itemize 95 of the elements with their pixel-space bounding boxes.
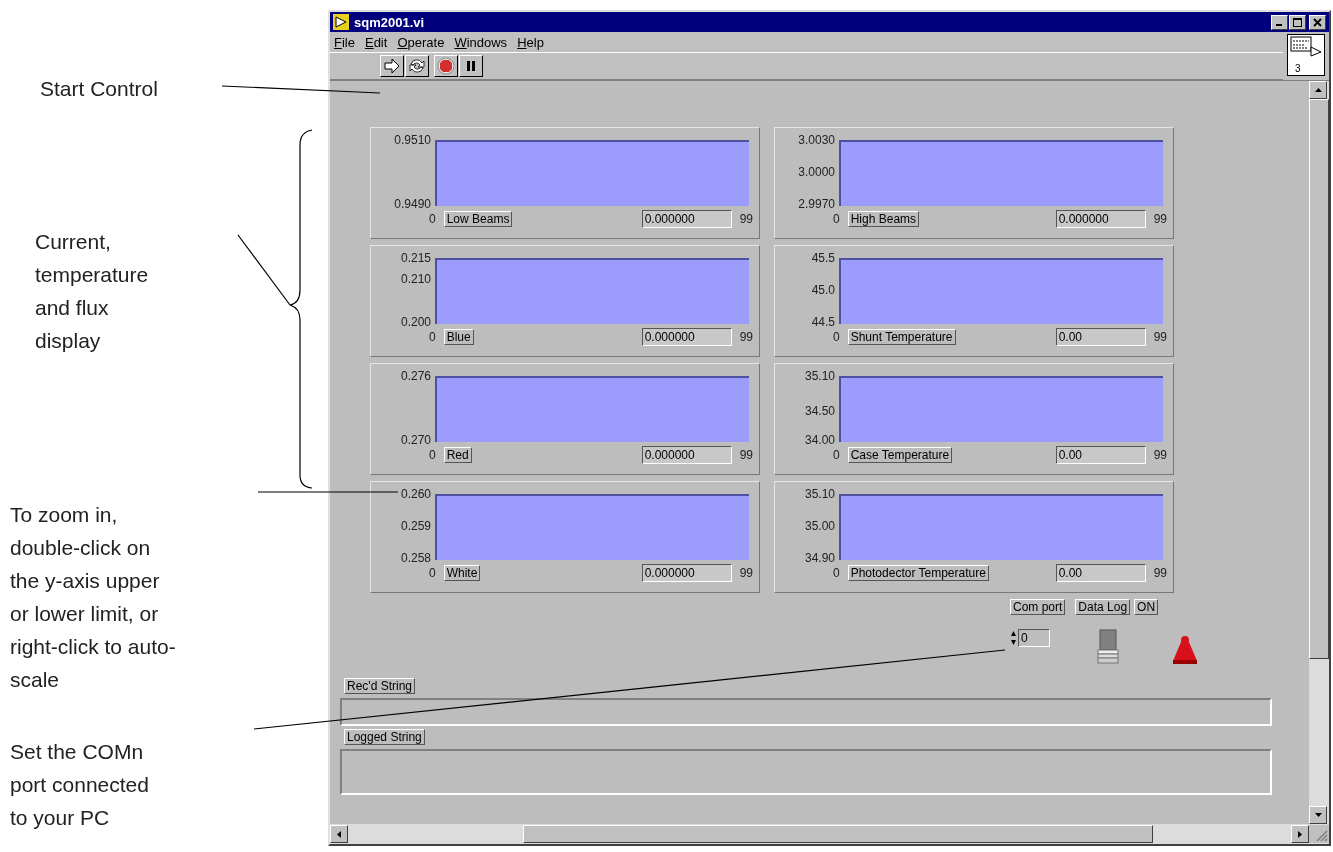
value-display: 0.000000 [1055, 210, 1146, 228]
value-display: 0.000000 [641, 210, 732, 228]
graph-label: Photodector Temperature [847, 565, 989, 581]
menu-item[interactable]: Windows [454, 34, 508, 50]
abort-button[interactable] [434, 55, 458, 77]
annotation-text: Start Control [40, 76, 159, 102]
axis-tick-label: 0 [833, 566, 840, 580]
axis-tick-label: 0 [429, 212, 436, 226]
menu-item[interactable]: Operate [397, 34, 445, 50]
maximize-button[interactable] [1289, 14, 1306, 30]
cycle-arrows-icon [408, 58, 426, 74]
graph-label: Case Temperature [847, 447, 953, 463]
scroll-up-icon[interactable] [1314, 88, 1322, 92]
value-display: 0.000000 [641, 446, 732, 464]
axis-tick-label: 99 [1153, 212, 1167, 226]
axis-tick-label: 2.9970 [798, 197, 835, 211]
graph-label: White [443, 565, 481, 581]
axis-tick-label: 99 [1153, 566, 1167, 580]
axis-tick-label: 35.00 [804, 519, 835, 533]
axis-tick-label: 45.0 [811, 283, 835, 297]
axis-tick-label: 0.9510 [394, 133, 431, 147]
control-label: Logged String [344, 729, 425, 745]
axis-tick-label: 99 [739, 212, 753, 226]
run-continuously-button[interactable] [405, 55, 429, 77]
axis-tick-label: 0 [833, 212, 840, 226]
axis-tick-label: 45.5 [811, 251, 835, 265]
axis-tick-label: 35.10 [804, 369, 835, 383]
resize-grip[interactable] [1309, 825, 1329, 843]
axis-tick-label: 3.0000 [798, 165, 835, 179]
axis-tick-label: 0.210 [400, 272, 431, 287]
menu-item[interactable]: File [334, 34, 355, 50]
annotation-text: Set the COMn port connected to your PC [10, 739, 150, 831]
axis-tick-label: 34.90 [804, 551, 835, 565]
axis-tick-label: 99 [739, 330, 753, 344]
axis-tick-label: 0.260 [400, 487, 431, 501]
annotation-text: To zoom in, double-click on the y-axis upper or lower limit, or right-click to auto-scale [10, 502, 177, 693]
axis-tick-label: 0.276 [400, 369, 431, 383]
graph-label: Low Beams [443, 211, 513, 227]
control-label: Data Log [1075, 599, 1131, 615]
axis-tick-label: 0 [429, 566, 436, 580]
pause-button[interactable] [459, 55, 483, 77]
menu-item[interactable]: Edit [364, 34, 388, 50]
control-label: Com port [1010, 599, 1066, 615]
graph-label: High Beams [847, 211, 920, 227]
annotation-text: Current, temperature and flux display [35, 229, 150, 354]
axis-tick-label: 99 [739, 566, 753, 580]
value-display: 0.00 [1055, 446, 1146, 464]
state-label: ON [1134, 599, 1159, 615]
axis-tick-label: 0 [833, 330, 840, 344]
axis-tick-label: 0.215 [400, 251, 431, 265]
pause-icon [464, 59, 478, 73]
axis-tick-label: 0.9490 [394, 197, 431, 211]
axis-tick-label: 0 [833, 448, 840, 462]
control-label: Rec'd String [344, 678, 415, 694]
close-icon [1313, 17, 1322, 27]
value-display: 0.000000 [641, 564, 732, 582]
arrow-icon [383, 58, 401, 74]
axis-tick-label: 44.5 [811, 315, 835, 329]
spinner-arrows-icon[interactable] [1010, 630, 1017, 646]
maximize-icon [1293, 17, 1302, 27]
value-display: 0.000000 [641, 328, 732, 346]
vertical-scrollbar[interactable] [1309, 81, 1329, 824]
leader-line [237, 234, 291, 306]
cone-icon [1171, 635, 1200, 665]
axis-tick-label: 0.259 [400, 519, 431, 533]
graph-label: Red [443, 447, 472, 463]
axis-tick-label: 34.50 [804, 403, 835, 418]
run-arrow-icon [333, 14, 349, 30]
window-title: sqm2001.vi [354, 14, 425, 30]
menu-item[interactable]: Help [517, 34, 544, 50]
axis-tick-label: 0.258 [400, 551, 431, 565]
value-display: 0.00 [1055, 564, 1146, 582]
vi-icon-pane[interactable]: 3 [1287, 34, 1325, 76]
stop-icon [437, 57, 455, 75]
scroll-right-icon[interactable] [1298, 830, 1302, 838]
close-button[interactable] [1309, 14, 1326, 30]
axis-tick-label: 0.270 [400, 433, 431, 447]
axis-tick-label: 99 [739, 448, 753, 462]
axis-tick-label: 35.10 [804, 487, 835, 501]
scroll-left-icon[interactable] [337, 830, 341, 838]
minimize-button[interactable] [1271, 14, 1288, 30]
run-button[interactable] [380, 55, 404, 77]
axis-tick-label: 0 [429, 448, 436, 462]
value-display: 0.00 [1055, 328, 1146, 346]
scroll-down-icon[interactable] [1314, 813, 1322, 817]
horizontal-scrollbar[interactable] [330, 824, 1329, 844]
axis-tick-label: 99 [1153, 448, 1167, 462]
toggle-switch[interactable] [1097, 629, 1120, 665]
axis-tick-label: 34.00 [804, 433, 835, 447]
axis-tick-label: 3.0030 [798, 133, 835, 147]
axis-tick-label: 99 [1153, 330, 1167, 344]
axis-tick-label: 0.200 [400, 315, 431, 329]
graph-label: Shunt Temperature [847, 329, 956, 345]
graph-label: Blue [443, 329, 474, 345]
axis-tick-label: 0 [429, 330, 436, 344]
